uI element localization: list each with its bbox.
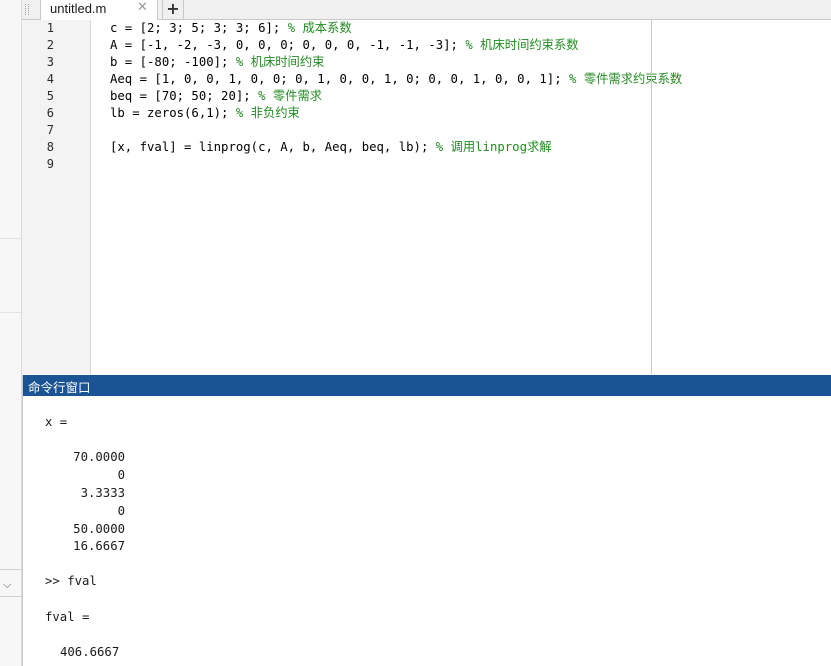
line-number: 9: [46, 157, 54, 171]
drag-grip-icon[interactable]: [25, 4, 29, 15]
command-prompt-line: >> fval: [45, 574, 97, 588]
code-text: [x, fval] = linprog(c, A, b, Aeq, beq, l…: [110, 140, 436, 154]
line-number: 4: [46, 72, 54, 86]
code-text: b = [-80; -100];: [110, 55, 236, 69]
output-value: 3.3333: [80, 486, 125, 500]
output-value: 16.6667: [73, 539, 125, 553]
code-comment: % 机床时间约束系数: [465, 38, 579, 52]
divider: [0, 596, 21, 597]
divider: [0, 238, 21, 239]
code-text: c = [2; 3; 5; 3; 3; 6];: [110, 21, 288, 35]
code-area[interactable]: c = [2; 3; 5; 3; 3; 6]; % 成本系数 A = [-1, …: [91, 20, 831, 374]
output-fval-value: 406.6667: [60, 645, 120, 659]
left-panel-strip: ⌵: [0, 0, 22, 666]
editor-panel: untitled.m ✕ + 1 2 3 4 5 6 7 8 9 c = [2;…: [22, 0, 831, 374]
code-comment: % 零件需求: [258, 89, 323, 103]
output-x-header: x =: [45, 415, 68, 429]
line-number: 5: [46, 89, 54, 103]
line-number: 8: [46, 140, 54, 154]
tab-label: untitled.m: [50, 1, 107, 16]
code-text: beq = [70; 50; 20];: [110, 89, 259, 103]
code-text: lb = zeros(6,1);: [110, 106, 236, 120]
code-line[interactable]: Aeq = [1, 0, 0, 1, 0, 0; 0, 1, 0, 0, 1, …: [110, 71, 682, 88]
command-window-output[interactable]: x = 70.0000 0 3.3333 0 50.0000 16.6667 >…: [23, 396, 831, 666]
code-line[interactable]: [x, fval] = linprog(c, A, b, Aeq, beq, l…: [110, 139, 552, 156]
close-icon[interactable]: ✕: [137, 0, 148, 15]
line-number: 6: [46, 106, 54, 120]
code-text: Aeq = [1, 0, 0, 1, 0, 0; 0, 1, 0, 0, 1, …: [110, 72, 570, 86]
code-comment: % 机床时间约束: [235, 55, 325, 69]
line-number-gutter: 1 2 3 4 5 6 7 8 9: [22, 20, 91, 374]
right-margin-line: [651, 20, 652, 374]
command-window[interactable]: 命令行窗口 x = 70.0000 0 3.3333 0 50.0000 16.…: [22, 375, 831, 666]
code-comment: % 非负约束: [235, 106, 300, 120]
code-line[interactable]: b = [-80; -100]; % 机床时间约束: [110, 54, 324, 71]
command-window-titlebar[interactable]: 命令行窗口: [23, 375, 831, 396]
line-number: 7: [46, 123, 54, 137]
code-comment: % 零件需求约束系数: [569, 72, 683, 86]
output-value: 0: [117, 504, 125, 518]
line-number: 1: [46, 21, 54, 35]
code-line[interactable]: A = [-1, -2, -3, 0, 0, 0; 0, 0, 0, -1, -…: [110, 37, 579, 54]
new-tab-button[interactable]: +: [162, 0, 184, 19]
output-fval-header: fval =: [45, 610, 90, 624]
code-line[interactable]: c = [2; 3; 5; 3; 3; 6]; % 成本系数: [110, 20, 352, 37]
code-comment: % 成本系数: [287, 21, 352, 35]
divider: [0, 312, 21, 313]
code-line[interactable]: lb = zeros(6,1); % 非负约束: [110, 105, 300, 122]
code-line[interactable]: beq = [70; 50; 20]; % 零件需求: [110, 88, 322, 105]
chevron-down-icon[interactable]: ⌵: [3, 578, 11, 592]
output-value: 70.0000: [73, 450, 125, 464]
divider: [0, 569, 21, 570]
line-number: 2: [46, 38, 54, 52]
code-comment: % 调用linprog求解: [435, 140, 552, 154]
command-window-title: 命令行窗口: [28, 380, 91, 395]
output-value: 0: [117, 468, 125, 482]
line-number: 3: [46, 55, 54, 69]
code-text: A = [-1, -2, -3, 0, 0, 0; 0, 0, 0, -1, -…: [110, 38, 466, 52]
output-value: 50.0000: [73, 522, 125, 536]
editor-tab-bar: untitled.m ✕ +: [22, 0, 831, 20]
tab-untitled-m[interactable]: untitled.m ✕: [40, 0, 158, 20]
